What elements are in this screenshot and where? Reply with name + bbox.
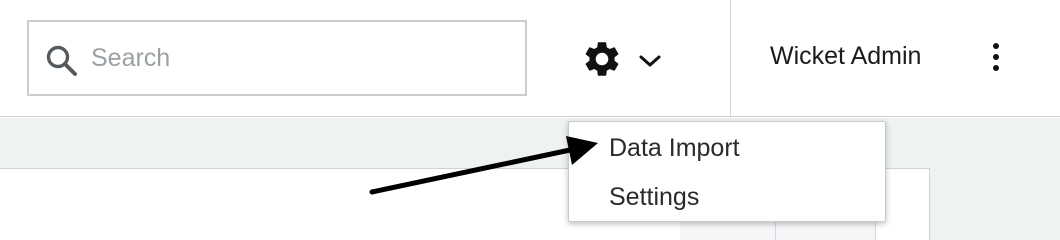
- menu-item-data-import[interactable]: Data Import: [569, 125, 885, 171]
- search-input[interactable]: [91, 38, 511, 78]
- settings-menu-toggle[interactable]: [578, 36, 668, 82]
- header-divider: [730, 0, 731, 117]
- search-box[interactable]: [27, 20, 527, 96]
- panel-column: [680, 222, 776, 240]
- settings-dropdown-menu: Data Import Settings: [568, 121, 886, 222]
- user-name[interactable]: Wicket Admin: [770, 42, 921, 71]
- panel-column: [776, 222, 876, 240]
- menu-item-settings[interactable]: Settings: [569, 174, 885, 220]
- chevron-down-icon: [639, 55, 661, 67]
- page: Wicket Admin Data Import Settings: [0, 0, 1060, 240]
- search-icon: [46, 45, 77, 76]
- kebab-icon[interactable]: [986, 40, 1006, 74]
- top-header: Wicket Admin: [0, 0, 1060, 117]
- gear-icon: [585, 42, 619, 76]
